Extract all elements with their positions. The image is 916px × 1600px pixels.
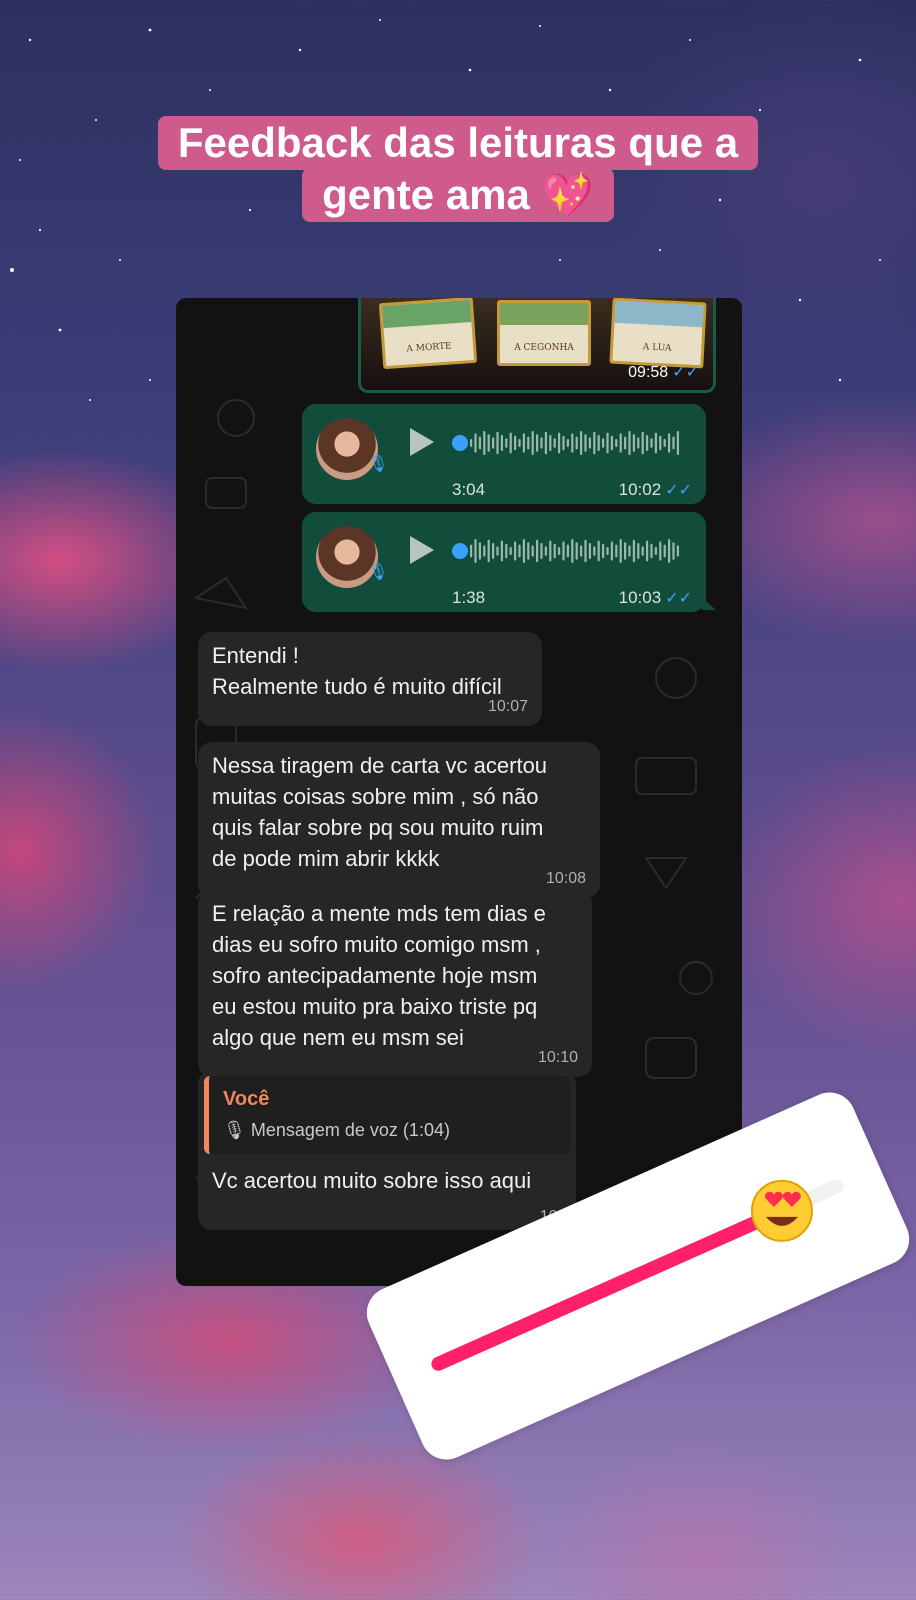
message-text: Nessa tiragem de carta vc acertou muitas… — [212, 753, 548, 871]
quote-preview: 🎙 Mensagem de voz (1:04) — [223, 1120, 450, 1140]
quote-author: Você — [223, 1088, 270, 1110]
tarot-card-label: A LUA — [642, 342, 672, 354]
tarot-card: A LUA — [609, 298, 707, 369]
tarot-card-label: A MORTE — [406, 341, 452, 355]
message-text: Vc acertou muito sobre isso aqui — [212, 1168, 532, 1193]
message-timestamp: 09:58 ✓✓ — [628, 364, 699, 381]
headline-line-2: gente ama 💖 — [302, 168, 614, 222]
voice-duration: 3:04 — [452, 480, 486, 499]
read-receipt-icon: ✓✓ — [665, 590, 692, 607]
incoming-message[interactable]: Nessa tiragem de carta vc acertou muitas… — [198, 742, 600, 898]
incoming-message[interactable]: E relação a mente mds tem dias e dias eu… — [198, 890, 592, 1077]
incoming-message[interactable]: Entendi ! Realmente tudo é muito difícil… — [198, 632, 542, 726]
waveform — [470, 539, 679, 563]
quoted-message[interactable]: Você 🎙 Mensagem de voz (1:04) — [204, 1076, 570, 1154]
message-timestamp: 10:03 ✓✓ — [618, 588, 692, 607]
message-text: Entendi ! Realmente tudo é muito difícil — [212, 643, 502, 699]
chat-screenshot: A MORTE A CEGONHA A LUA 09:58 ✓✓ 🎙 3:04 1… — [176, 298, 742, 1286]
heart-eyes-emoji-icon[interactable] — [749, 1179, 813, 1243]
headline-line-1: Feedback das leituras que a — [157, 116, 759, 170]
bubble-tail — [702, 598, 716, 610]
playback-scrubber[interactable] — [452, 543, 468, 559]
voice-duration: 1:38 — [452, 588, 486, 607]
voice-message[interactable]: 🎙 1:38 10:03 ✓✓ — [302, 512, 716, 612]
message-text: E relação a mente mds tem dias e dias eu… — [212, 901, 546, 1050]
read-receipt-icon: ✓✓ — [665, 482, 692, 499]
play-icon[interactable] — [410, 536, 434, 564]
read-receipt-icon: ✓✓ — [672, 364, 699, 381]
reply-message[interactable]: Você 🎙 Mensagem de voz (1:04) Vc acertou… — [198, 1070, 576, 1230]
tarot-card: A MORTE — [378, 298, 478, 370]
play-icon[interactable] — [410, 428, 434, 456]
message-timestamp: 10:02 ✓✓ — [618, 480, 692, 499]
story-headline: Feedback das leituras que a gente ama 💖 — [0, 116, 916, 222]
voice-message[interactable]: 🎙 3:04 10:02 ✓✓ — [302, 404, 706, 504]
tarot-card-label: A CEGONHA — [514, 343, 574, 353]
microphone-icon: 🎙 — [223, 1120, 251, 1140]
message-timestamp: 10:07 — [487, 698, 528, 715]
message-timestamp: 10:10 — [537, 1049, 578, 1066]
microphone-icon: 🎙 — [368, 456, 389, 473]
microphone-icon: 🎙 — [368, 564, 389, 581]
image-message[interactable]: A MORTE A CEGONHA A LUA 09:58 ✓✓ — [358, 298, 716, 393]
playback-scrubber[interactable] — [452, 435, 468, 451]
tarot-card: A CEGONHA — [497, 300, 591, 366]
waveform — [470, 431, 679, 455]
